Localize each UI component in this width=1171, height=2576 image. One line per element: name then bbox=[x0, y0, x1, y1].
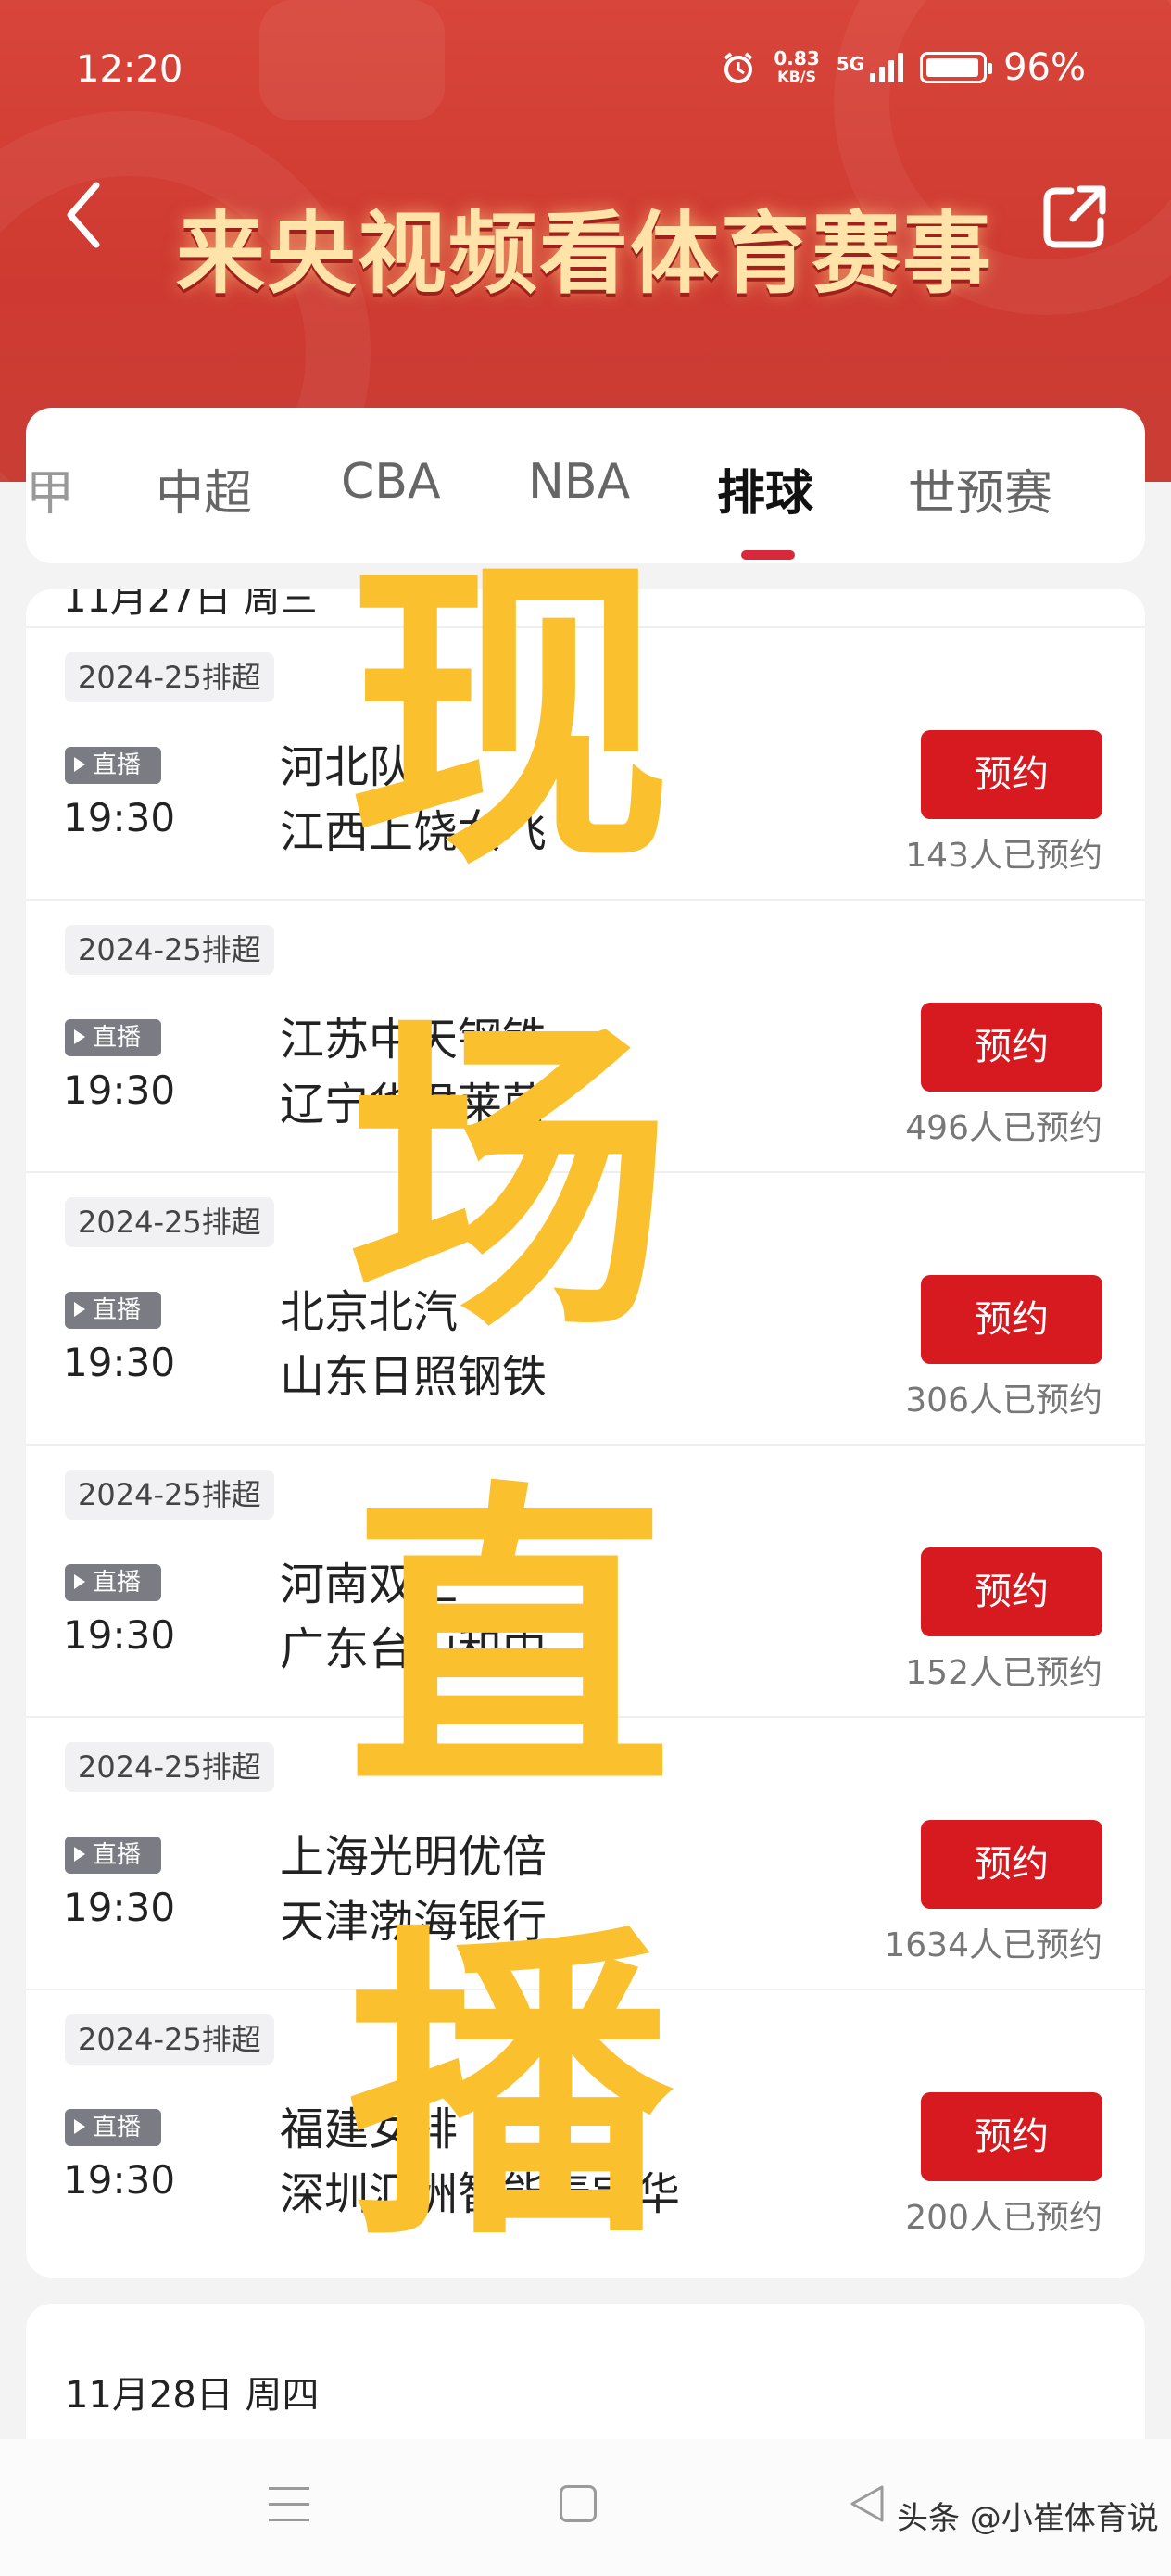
tab-partial[interactable]: 甲 bbox=[26, 454, 74, 524]
menu-icon[interactable] bbox=[269, 2487, 309, 2524]
reserve-button[interactable]: 预约 bbox=[921, 1547, 1102, 1636]
tab-cba[interactable]: CBA bbox=[341, 454, 441, 510]
match-time: 19:30 bbox=[63, 795, 176, 840]
net-speed: 0.83 KB/S bbox=[774, 49, 819, 86]
chevron-left-icon bbox=[67, 182, 100, 248]
tab-nba[interactable]: NBA bbox=[528, 454, 630, 510]
reserve-button[interactable]: 预约 bbox=[921, 1820, 1102, 1909]
match-time: 19:30 bbox=[63, 1885, 176, 1930]
overlay-text-char: 现 bbox=[347, 529, 672, 907]
overlay-text-char: 场 bbox=[347, 992, 672, 1370]
play-icon bbox=[74, 2118, 85, 2134]
league-tag: 2024-25排超 bbox=[65, 1742, 274, 1792]
match-time: 19:30 bbox=[63, 1340, 176, 1385]
reserve-button[interactable]: 预约 bbox=[921, 2092, 1102, 2181]
league-tag: 2024-25排超 bbox=[65, 2014, 274, 2065]
league-tag: 2024-25排超 bbox=[65, 652, 274, 702]
reserve-count: 496人已预约 bbox=[905, 1109, 1102, 1147]
alarm-icon bbox=[724, 52, 753, 83]
live-badge: 直播 bbox=[65, 1564, 161, 1601]
live-badge-label: 直播 bbox=[93, 1569, 142, 1597]
live-badge: 直播 bbox=[65, 1837, 161, 1874]
play-icon bbox=[74, 1573, 85, 1589]
live-badge: 直播 bbox=[65, 1019, 161, 1056]
net-speed-unit: KB/S bbox=[777, 68, 817, 85]
share-button[interactable] bbox=[1039, 182, 1110, 252]
play-icon bbox=[74, 1029, 85, 1044]
reserve-count: 1634人已预约 bbox=[884, 1926, 1102, 1964]
live-badge: 直播 bbox=[65, 747, 161, 784]
match-time: 19:30 bbox=[63, 2157, 176, 2203]
overlay-text-char: 播 bbox=[347, 1900, 672, 2279]
reserve-count: 200人已预约 bbox=[905, 2199, 1102, 2237]
overlay-text-char: 直 bbox=[347, 1456, 672, 1834]
tab-volleyball[interactable]: 排球 bbox=[717, 454, 813, 524]
reserve-count: 152人已预约 bbox=[905, 1654, 1102, 1692]
league-tag: 2024-25排超 bbox=[65, 1470, 274, 1520]
reserve-button[interactable]: 预约 bbox=[921, 1275, 1102, 1364]
back-button[interactable] bbox=[61, 178, 117, 261]
reserve-button[interactable]: 预约 bbox=[921, 730, 1102, 819]
back-triangle-icon[interactable] bbox=[847, 2483, 888, 2524]
live-badge-label: 直播 bbox=[93, 1024, 142, 1052]
live-badge: 直播 bbox=[65, 1292, 161, 1329]
league-tag: 2024-25排超 bbox=[65, 1197, 274, 1247]
league-tag: 2024-25排超 bbox=[65, 925, 274, 975]
match-time: 19:30 bbox=[63, 1612, 176, 1658]
status-time: 12:20 bbox=[76, 48, 183, 91]
live-badge-label: 直播 bbox=[93, 2114, 142, 2141]
battery-icon bbox=[920, 52, 993, 83]
tab-world-cup-qualifiers[interactable]: 世预赛 bbox=[908, 454, 1052, 524]
active-tab-indicator bbox=[741, 550, 795, 560]
play-icon bbox=[74, 1301, 85, 1317]
reserve-count: 306人已预约 bbox=[905, 1382, 1102, 1420]
reserve-button[interactable]: 预约 bbox=[921, 1003, 1102, 1092]
home-icon[interactable] bbox=[560, 2485, 597, 2522]
reserve-count: 143人已预约 bbox=[905, 837, 1102, 875]
match-time: 19:30 bbox=[63, 1067, 176, 1113]
section-date-label: 11月27日 周三 bbox=[63, 589, 318, 621]
live-badge-label: 直播 bbox=[93, 751, 142, 779]
network-indicator: 5G bbox=[836, 53, 904, 82]
status-bar: 12:20 0.83 KB/S 5G 96% bbox=[0, 0, 1171, 139]
status-icons: 0.83 KB/S 5G 96% bbox=[720, 46, 1086, 89]
net-speed-value: 0.83 bbox=[774, 47, 820, 69]
live-badge-label: 直播 bbox=[93, 1841, 142, 1869]
section-date-label: 11月28日 周四 bbox=[65, 2374, 320, 2417]
network-type: 5G bbox=[836, 53, 865, 75]
share-icon bbox=[1043, 185, 1106, 248]
signal-icon bbox=[870, 53, 904, 82]
live-badge: 直播 bbox=[65, 2109, 161, 2146]
battery-percent: 96% bbox=[1003, 46, 1086, 89]
play-icon bbox=[74, 1846, 85, 1862]
play-icon bbox=[74, 756, 85, 772]
live-badge-label: 直播 bbox=[93, 1296, 142, 1324]
watermark-text: 头条 @小崔体育说 bbox=[897, 2500, 1159, 2537]
page-title: 来央视频看体育赛事 bbox=[176, 201, 993, 306]
tab-csl[interactable]: 中超 bbox=[156, 454, 252, 524]
